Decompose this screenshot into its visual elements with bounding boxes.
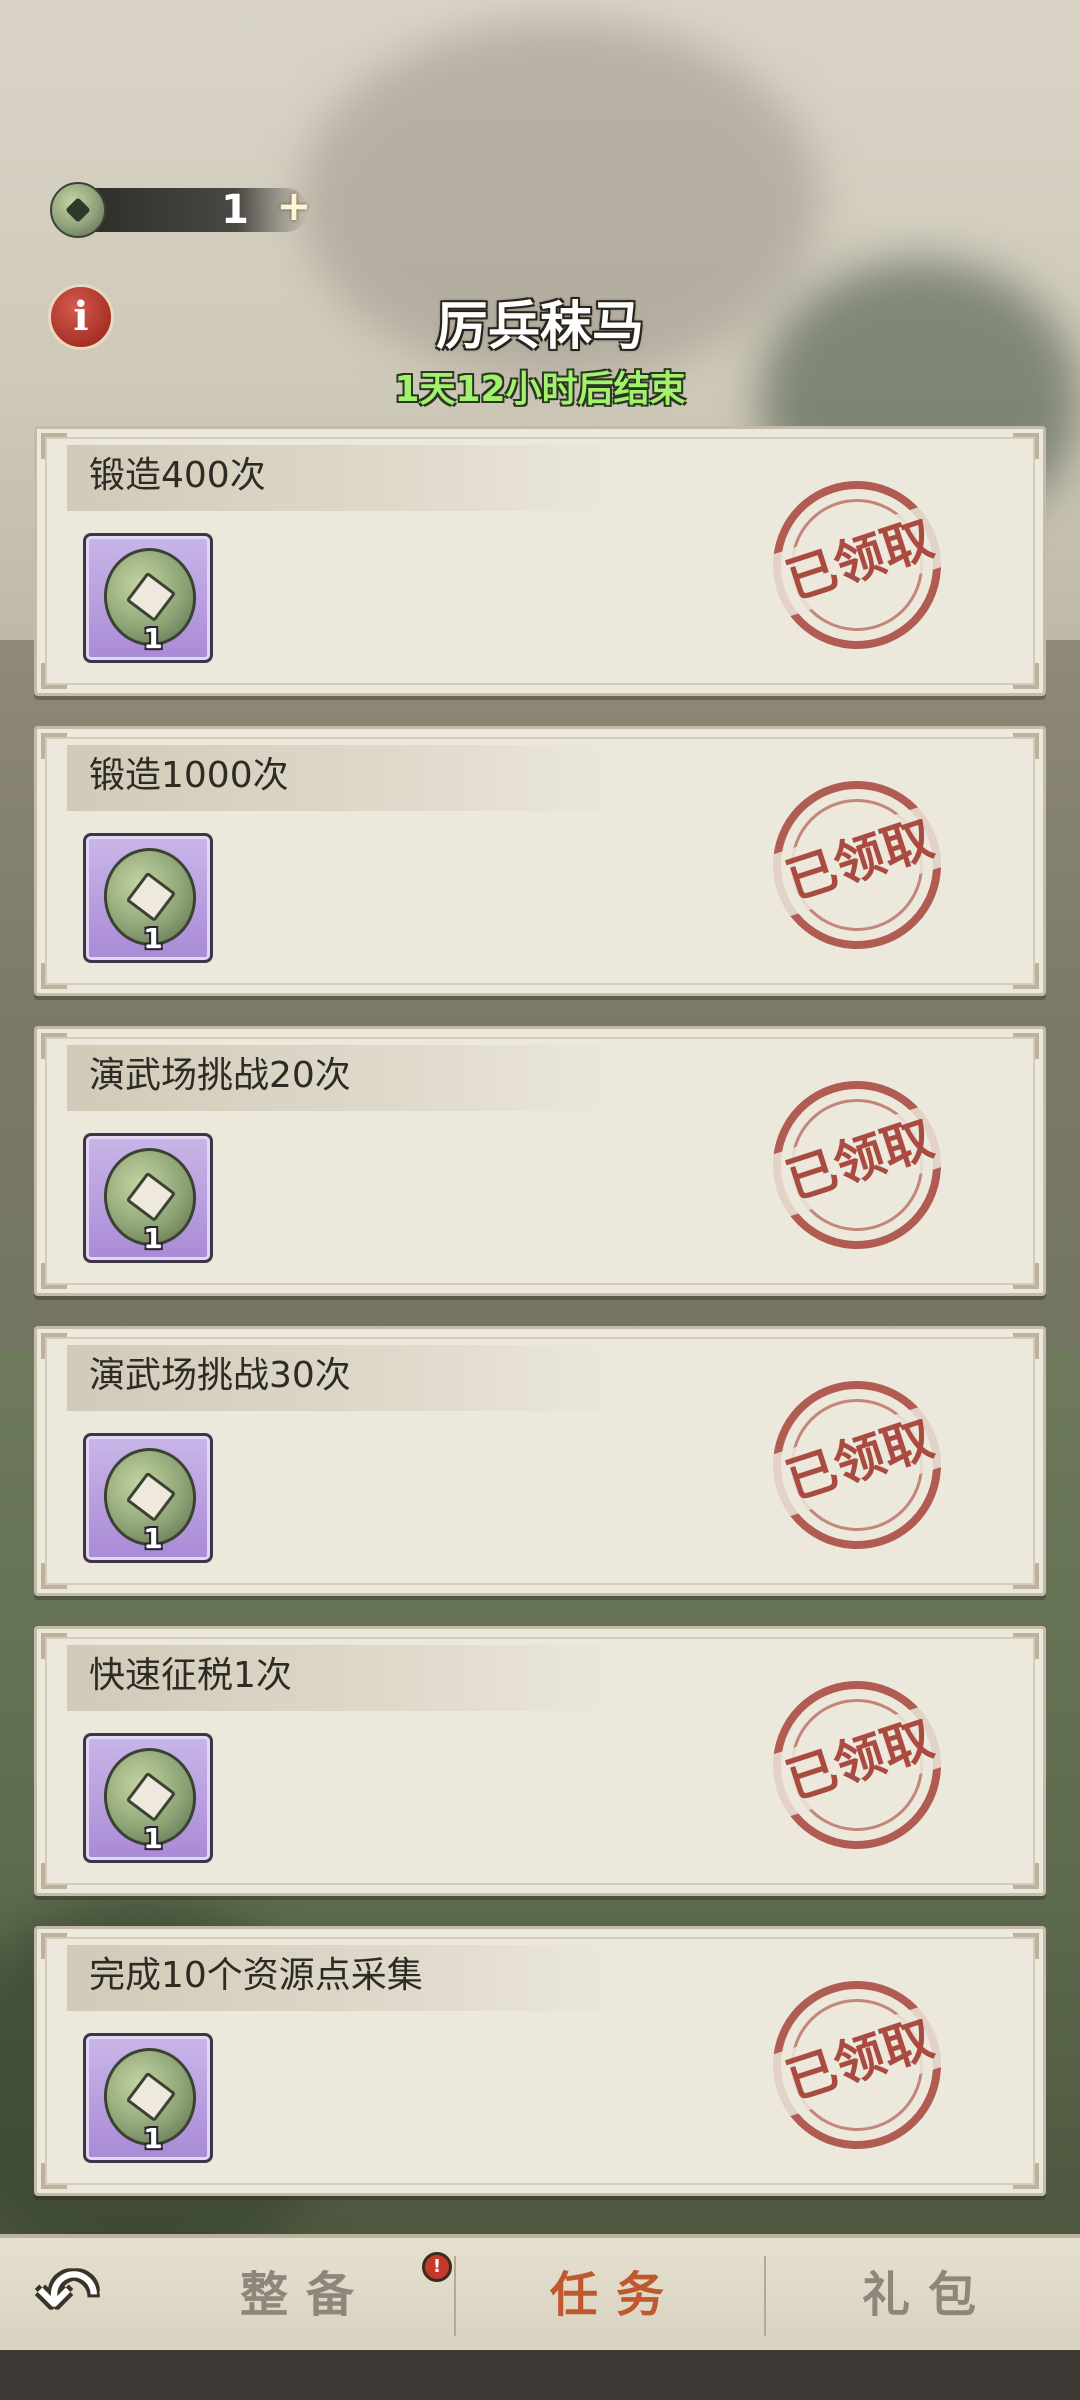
reward-item[interactable]: 1 [83,1433,213,1563]
corner-ornament [1013,1933,1039,1959]
info-icon[interactable]: i [48,284,114,350]
tab-gift-pack[interactable]: 礼包 [818,2260,1038,2330]
corner-ornament [1013,733,1039,759]
task-label: 锻造400次 [89,455,266,496]
task-label: 锻造1000次 [89,755,289,796]
task-label: 快速征税1次 [89,1655,292,1696]
reward-quantity: 1 [143,2122,163,2155]
corner-ornament [41,1933,67,1959]
corner-ornament [41,733,67,759]
coin-icon [50,182,106,238]
task-card: 锻造400次 1 已领取 [34,426,1046,696]
reward-item[interactable]: 1 [83,833,213,963]
reward-item[interactable]: 1 [83,1133,213,1263]
reward-item[interactable]: 1 [83,533,213,663]
task-label: 演武场挑战20次 [89,1055,351,1096]
task-card: 锻造1000次 1 已领取 [34,726,1046,996]
task-card: 演武场挑战30次 1 已领取 [34,1326,1046,1596]
back-arrow-icon[interactable]: ↶ [22,2256,114,2336]
tab-tasks[interactable]: 任务 [506,2260,726,2330]
alert-badge-icon: ! [422,2252,452,2282]
reward-item[interactable]: 1 [83,1733,213,1863]
corner-ornament [41,1263,67,1289]
corner-ornament [1013,1863,1039,1889]
corner-ornament [41,433,67,459]
tab-divider [454,2256,456,2336]
corner-ornament [1013,1333,1039,1359]
task-card: 完成10个资源点采集 1 已领取 [34,1926,1046,2196]
reward-quantity: 1 [143,1222,163,1255]
reward-item[interactable]: 1 [83,2033,213,2163]
add-currency-button[interactable]: + [272,184,316,228]
corner-ornament [1013,433,1039,459]
corner-ornament [41,2163,67,2189]
task-card: 快速征税1次 1 已领取 [34,1626,1046,1896]
corner-ornament [1013,1033,1039,1059]
task-label: 完成10个资源点采集 [89,1955,423,1996]
tab-divider [764,2256,766,2336]
corner-ornament [41,1863,67,1889]
task-card: 演武场挑战20次 1 已领取 [34,1026,1046,1296]
corner-ornament [1013,963,1039,989]
corner-ornament [1013,1633,1039,1659]
corner-ornament [41,1563,67,1589]
corner-ornament [41,663,67,689]
tab-prepare[interactable]: 整备 [196,2260,416,2330]
task-label: 演武场挑战30次 [89,1355,351,1396]
system-nav-bar [0,2350,1080,2400]
reward-quantity: 1 [143,1822,163,1855]
corner-ornament [41,963,67,989]
corner-ornament [1013,663,1039,689]
corner-ornament [1013,1263,1039,1289]
corner-ornament [41,1633,67,1659]
corner-ornament [41,1333,67,1359]
currency-bar: 1 + [50,182,312,238]
reward-quantity: 1 [143,922,163,955]
reward-quantity: 1 [143,1522,163,1555]
corner-ornament [1013,1563,1039,1589]
event-countdown: 1天12小时后结束 [394,369,686,410]
corner-ornament [1013,2163,1039,2189]
currency-amount: 1 [221,187,249,233]
reward-quantity: 1 [143,622,163,655]
bottom-nav: ↶ 整备 ! 任务 礼包 [0,2234,1080,2354]
event-title: 厉兵秣马 [435,296,644,357]
corner-ornament [41,1033,67,1059]
